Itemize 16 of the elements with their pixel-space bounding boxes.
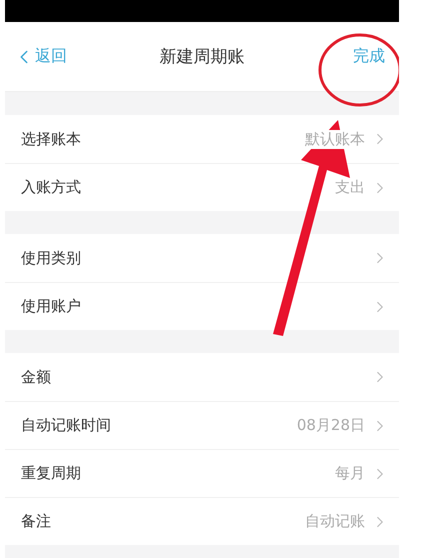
row-label: 重复周期 bbox=[21, 464, 82, 483]
row-label: 金额 bbox=[21, 368, 52, 386]
done-button[interactable]: 完成 bbox=[347, 42, 391, 71]
row-value: 支出 bbox=[335, 178, 365, 197]
row-label: 选择账本 bbox=[21, 130, 82, 148]
page-title: 新建周期账 bbox=[160, 46, 244, 68]
row-value: 自动记账 bbox=[305, 512, 365, 531]
row-label: 自动记账时间 bbox=[21, 416, 112, 435]
row-label: 备注 bbox=[21, 512, 52, 531]
row-value: 08月28日 bbox=[296, 416, 365, 435]
row-label: 使用类别 bbox=[21, 248, 82, 268]
row-label: 使用账户 bbox=[21, 297, 82, 316]
row-value: 每月 bbox=[335, 464, 365, 483]
row-label: 入账方式 bbox=[21, 178, 82, 197]
back-button[interactable]: 返回 bbox=[13, 46, 67, 68]
row-value: 默认账本 bbox=[305, 130, 365, 148]
